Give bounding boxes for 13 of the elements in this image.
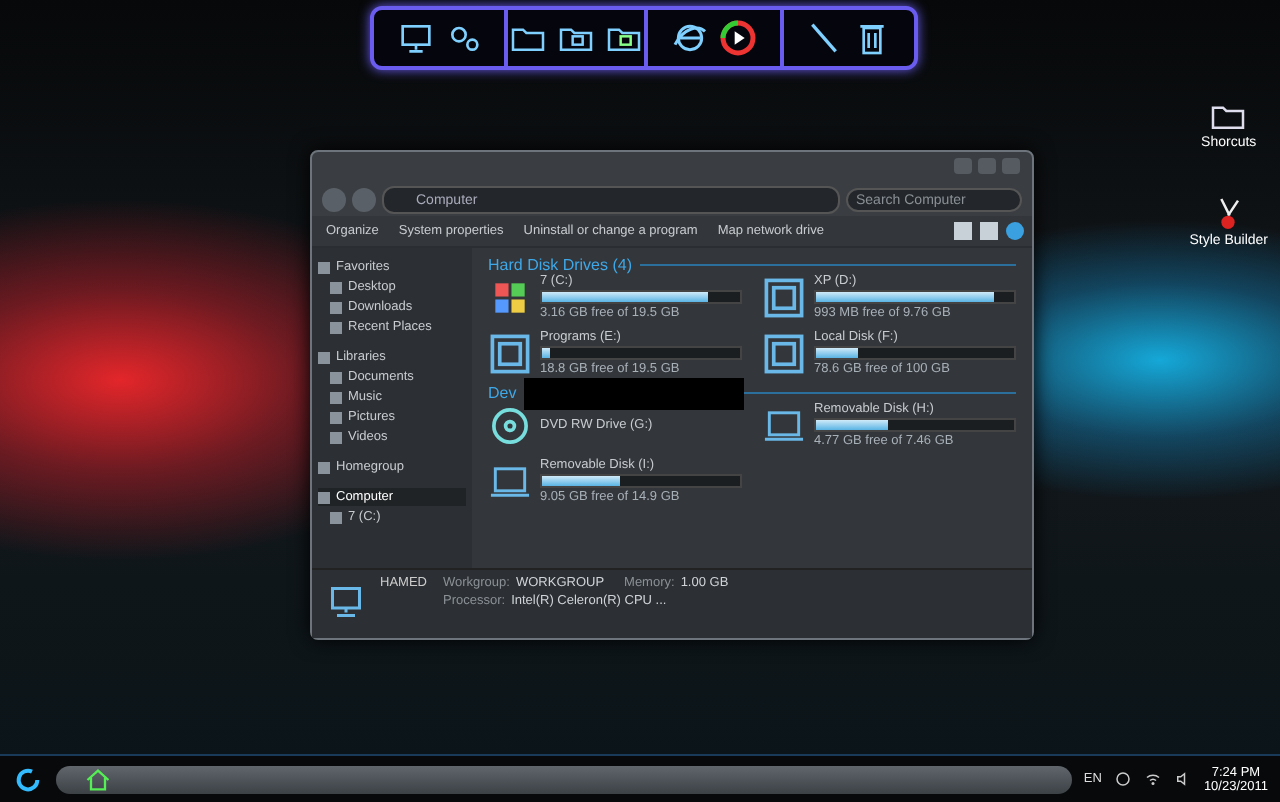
hard-drive-icon[interactable] <box>762 331 806 375</box>
hard-drive-icon[interactable] <box>762 275 806 319</box>
help-icon[interactable] <box>1006 222 1024 240</box>
monitor-icon <box>328 584 364 620</box>
home-icon[interactable] <box>84 765 112 793</box>
wifi-icon[interactable] <box>1143 770 1162 788</box>
section-title: Hard Disk Drives (4) <box>488 256 633 274</box>
network-icon[interactable] <box>1113 770 1132 788</box>
disc-icon[interactable] <box>488 403 532 447</box>
play-icon[interactable] <box>717 18 758 58</box>
hard-drive-icon[interactable] <box>488 331 532 375</box>
section-title: Dev <box>488 384 517 402</box>
start-button[interactable] <box>12 763 44 795</box>
